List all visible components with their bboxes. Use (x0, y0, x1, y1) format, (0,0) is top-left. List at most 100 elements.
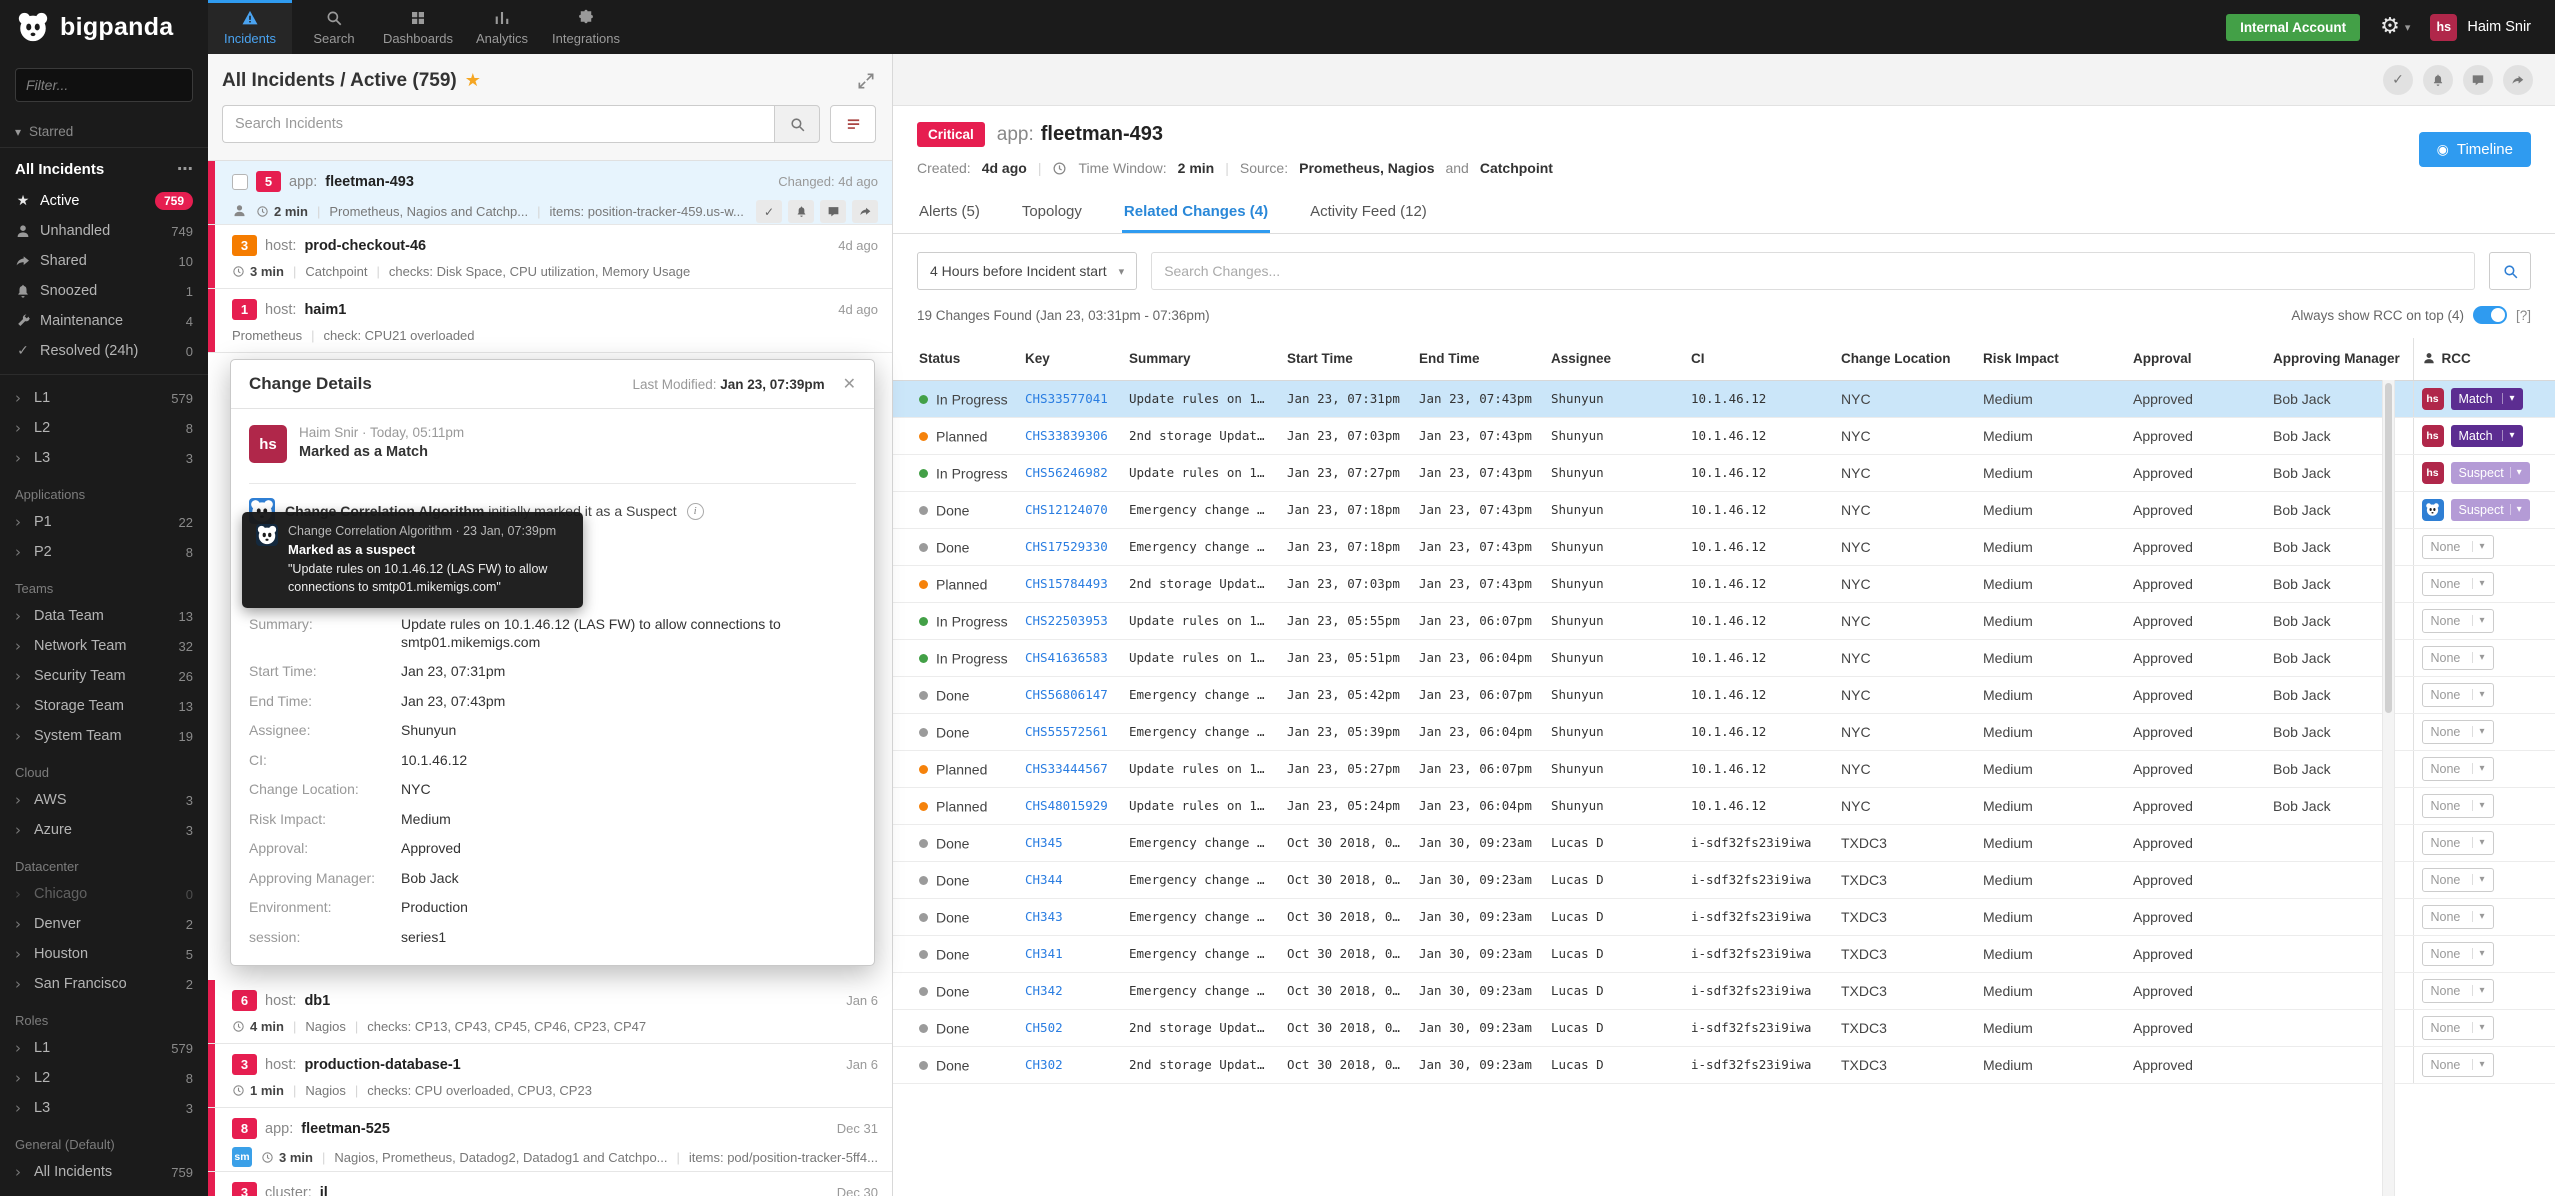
change-row-ch341[interactable]: Done CH341 Emergency change to... Oct 30 20… (893, 935, 2555, 973)
rcc-dropdown[interactable]: None ▾ (2421, 904, 2494, 929)
rcc-dropdown[interactable]: Suspect ▾ (2450, 461, 2530, 484)
sidebar-item-l2[interactable]: › L2 8 (0, 413, 208, 443)
rcc-dropdown[interactable]: Match ▾ (2450, 424, 2523, 447)
change-key-link[interactable]: CHS15784493 (1017, 565, 1121, 603)
incident-card-production-database-1[interactable]: 3 host: production-database-1 Jan 61 min | Na… (208, 1044, 892, 1108)
rcc-dropdown[interactable]: None ▾ (2421, 571, 2494, 596)
sidebar-item-snoozed[interactable]: Snoozed 1 (0, 276, 208, 306)
rcc-dropdown[interactable]: None ▾ (2421, 719, 2494, 744)
sidebar-item-chicago[interactable]: › Chicago 0 (0, 879, 208, 909)
change-row-chs15784493[interactable]: Planned CHS15784493 2nd storage Update ...… (893, 565, 2555, 603)
nav-tab-analytics[interactable]: Analytics (460, 0, 544, 54)
sidebar-item-network-team[interactable]: › Network Team 32 (0, 631, 208, 661)
rcc-toggle[interactable] (2472, 306, 2507, 324)
change-row-chs56246982[interactable]: In Progress CHS56246982 Update rules on 10… (893, 454, 2555, 492)
user-menu[interactable]: hs Haim Snir (2430, 13, 2531, 41)
change-key-link[interactable]: CH343 (1017, 898, 1121, 936)
rcc-dropdown[interactable]: None ▾ (2421, 830, 2494, 855)
sidebar-item-shared[interactable]: Shared 10 (0, 246, 208, 276)
sidebar-item-system-team[interactable]: › System Team 19 (0, 721, 208, 751)
sidebar-item-p2[interactable]: › P2 8 (0, 537, 208, 567)
assign-button[interactable] (232, 203, 247, 221)
share-action-button[interactable] (852, 200, 878, 223)
column-header-ci[interactable]: CI (1683, 338, 1833, 381)
rcc-dropdown[interactable]: None ▾ (2421, 793, 2494, 818)
change-row-ch342[interactable]: Done CH342 Emergency change to... Oct 30 20… (893, 972, 2555, 1010)
incident-card-il[interactable]: 3 cluster: il Dec 30 (208, 1172, 892, 1196)
rcc-dropdown[interactable]: None ▾ (2421, 608, 2494, 633)
list-view-button[interactable] (830, 105, 876, 143)
change-key-link[interactable]: CHS33577041 (1017, 380, 1121, 418)
change-row-ch302[interactable]: Done CH302 2nd storage Update ... Oct 30 20… (893, 1046, 2555, 1084)
nav-tab-dashboards[interactable]: Dashboards (376, 0, 460, 54)
settings-menu[interactable]: ⚙ ▾ (2380, 16, 2410, 38)
tab-activity-feed-12[interactable]: Activity Feed (12) (1308, 191, 1429, 233)
change-key-link[interactable]: CHS56246982 (1017, 454, 1121, 492)
sidebar-item-l3[interactable]: › L3 3 (0, 443, 208, 473)
expand-icon[interactable] (856, 71, 876, 91)
comment-action-button[interactable] (820, 200, 846, 223)
check-action-button[interactable]: ✓ (2383, 64, 2413, 95)
account-badge[interactable]: Internal Account (2226, 13, 2361, 41)
table-scrollbar[interactable] (2382, 380, 2395, 1196)
rcc-dropdown[interactable]: Suspect ▾ (2450, 498, 2530, 521)
sidebar-item-security-team[interactable]: › Security Team 26 (0, 661, 208, 691)
change-key-link[interactable]: CHS17529330 (1017, 528, 1121, 566)
timeline-button[interactable]: ◉ Timeline (2418, 132, 2531, 167)
change-key-link[interactable]: CHS33444567 (1017, 750, 1121, 788)
sidebar-item-storage-team[interactable]: › Storage Team 13 (0, 691, 208, 721)
column-header-approval[interactable]: Approval (2125, 338, 2265, 381)
change-row-chs33577041[interactable]: In Progress CHS33577041 Update rules on 10… (893, 380, 2555, 418)
search-changes-button[interactable] (2489, 252, 2531, 290)
change-key-link[interactable]: CHS33839306 (1017, 417, 1121, 455)
nav-tab-integrations[interactable]: Integrations (544, 0, 628, 54)
change-key-link[interactable]: CH345 (1017, 824, 1121, 862)
nav-tab-incidents[interactable]: Incidents (208, 0, 292, 54)
change-row-chs55572561[interactable]: Done CHS55572561 Emergency change to... Jan… (893, 713, 2555, 751)
column-header-approving-manager[interactable]: Approving Manager (2265, 338, 2413, 381)
close-icon[interactable]: ✕ (843, 376, 856, 392)
time-range-dropdown[interactable]: 4 Hours before Incident start ▾ (917, 252, 1138, 290)
change-row-ch343[interactable]: Done CH343 Emergency change to... Oct 30 20… (893, 898, 2555, 936)
sidebar-item-l1[interactable]: › L1 579 (0, 1033, 208, 1063)
incident-card-db1[interactable]: 6 host: db1 Jan 64 min | Nagios | checks: CP13,… (208, 980, 892, 1044)
sidebar-item-l3[interactable]: › L3 3 (0, 1093, 208, 1123)
rcc-dropdown[interactable]: None ▾ (2421, 645, 2494, 670)
sidebar-item-l2[interactable]: › L2 8 (0, 1063, 208, 1093)
column-header-end-time[interactable]: End Time (1411, 338, 1543, 381)
sidebar-item-data-team[interactable]: › Data Team 13 (0, 601, 208, 631)
sidebar-item-l1[interactable]: › L1 579 (0, 383, 208, 413)
change-key-link[interactable]: CHS41636583 (1017, 639, 1121, 677)
sidebar-item-denver[interactable]: › Denver 2 (0, 909, 208, 939)
change-row-ch344[interactable]: Done CH344 Emergency change to... Oct 30 20… (893, 861, 2555, 899)
change-key-link[interactable]: CH302 (1017, 1046, 1121, 1084)
bigpanda-logo[interactable]: bigpanda (0, 0, 208, 54)
column-header-change-location[interactable]: Change Location (1833, 338, 1975, 381)
change-key-link[interactable]: CHS12124070 (1017, 491, 1121, 529)
change-row-ch345[interactable]: Done CH345 Emergency change to... Oct 30 20… (893, 824, 2555, 862)
sidebar-item-all-incidents[interactable]: All Incidents ⋯ (0, 152, 208, 186)
change-row-chs17529330[interactable]: Done CHS17529330 Emergency change to... Jan… (893, 528, 2555, 566)
column-header-start-time[interactable]: Start Time (1279, 338, 1411, 381)
change-row-chs56806147[interactable]: Done CHS56806147 Emergency change to... Jan… (893, 676, 2555, 714)
change-row-chs33839306[interactable]: Planned CHS33839306 2nd storage Update ...… (893, 417, 2555, 455)
rcc-dropdown[interactable]: None ▾ (2421, 867, 2494, 892)
change-key-link[interactable]: CHS22503953 (1017, 602, 1121, 640)
change-row-chs33444567[interactable]: Planned CHS33444567 Update rules on 10... J… (893, 750, 2555, 788)
sidebar-item-unhandled[interactable]: Unhandled 749 (0, 216, 208, 246)
incident-card-prod-checkout-46[interactable]: 3 host: prod-checkout-46 4d ago 3 min | Catchp… (208, 225, 892, 289)
rcc-dropdown[interactable]: None ▾ (2421, 756, 2494, 781)
change-key-link[interactable]: CH342 (1017, 972, 1121, 1010)
search-incidents-input[interactable] (222, 105, 774, 143)
change-key-link[interactable]: CH341 (1017, 935, 1121, 973)
change-key-link[interactable]: CHS55572561 (1017, 713, 1121, 751)
sidebar-item-san-francisco[interactable]: › San Francisco 2 (0, 969, 208, 999)
sidebar-item-aws[interactable]: › AWS 3 (0, 785, 208, 815)
rcc-dropdown[interactable]: Match ▾ (2450, 387, 2523, 410)
rcc-dropdown[interactable]: None ▾ (2421, 1015, 2494, 1040)
column-header-summary[interactable]: Summary (1121, 338, 1279, 381)
sidebar-item-houston[interactable]: › Houston 5 (0, 939, 208, 969)
change-row-chs41636583[interactable]: In Progress CHS41636583 Update rules on 10… (893, 639, 2555, 677)
sidebar-item-all-incidents[interactable]: › All Incidents 759 (0, 1157, 208, 1187)
column-header-assignee[interactable]: Assignee (1543, 338, 1683, 381)
